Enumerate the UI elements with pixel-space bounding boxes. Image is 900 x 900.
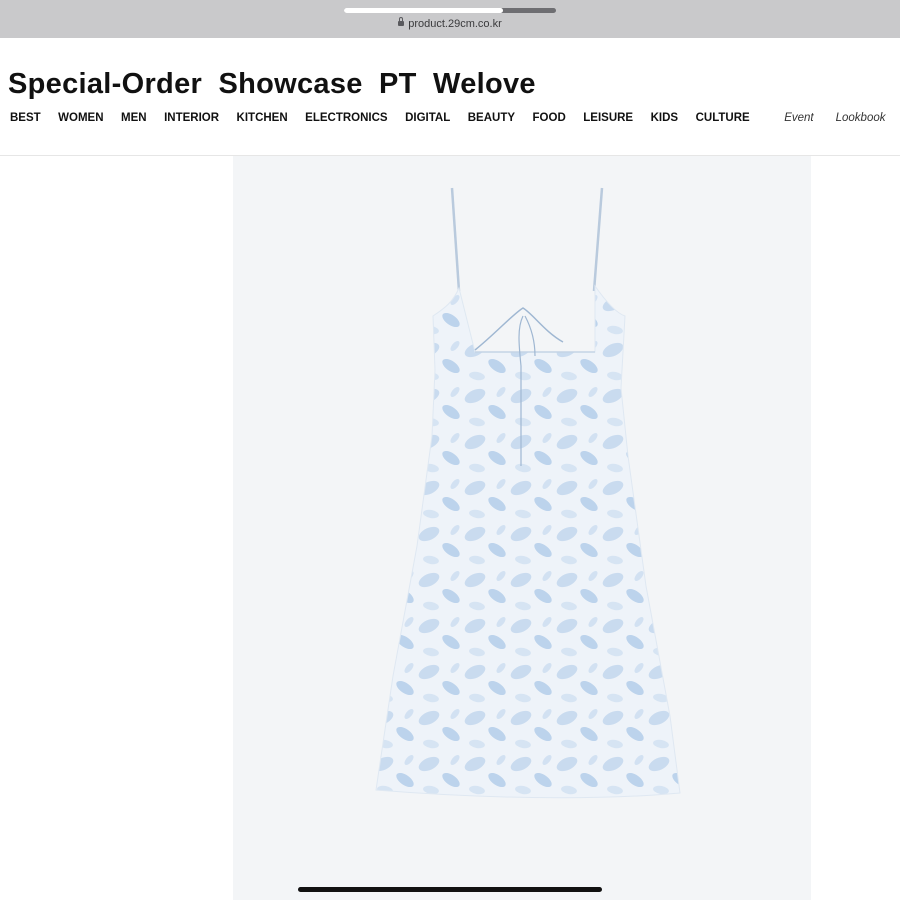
nav-item-interior[interactable]: INTERIOR	[164, 112, 219, 124]
page-load-progress	[344, 8, 556, 13]
nav-link-lookbook[interactable]: Lookbook	[836, 112, 886, 124]
product-image[interactable]	[233, 156, 811, 900]
home-indicator[interactable]	[298, 887, 602, 892]
site-header: Special-Order Showcase PT Welove BEST WO…	[0, 38, 900, 156]
site-title[interactable]: Special-Order Showcase PT Welove	[8, 68, 536, 101]
dress-body	[375, 284, 681, 799]
dress-illustration	[375, 187, 681, 799]
nav-link-event[interactable]: Event	[784, 112, 813, 124]
nav-item-women[interactable]: WOMEN	[58, 112, 103, 124]
right-strap	[592, 187, 604, 292]
nav-item-kitchen[interactable]: KITCHEN	[237, 112, 288, 124]
nav-item-food[interactable]: FOOD	[533, 112, 566, 124]
nav-item-digital[interactable]: DIGITAL	[405, 112, 450, 124]
category-nav: BEST WOMEN MEN INTERIOR KITCHEN ELECTRON…	[10, 110, 895, 126]
lock-icon	[398, 17, 405, 26]
page-load-progress-fill	[344, 8, 503, 13]
nav-item-men[interactable]: MEN	[121, 112, 147, 124]
nav-item-best[interactable]: BEST	[10, 112, 41, 124]
left-strap	[450, 187, 461, 292]
browser-chrome: product.29cm.co.kr	[0, 0, 900, 38]
nav-item-kids[interactable]: KIDS	[651, 112, 678, 124]
nav-item-leisure[interactable]: LEISURE	[583, 112, 633, 124]
url-bar[interactable]: product.29cm.co.kr	[0, 17, 900, 30]
nav-item-electronics[interactable]: ELECTRONICS	[305, 112, 387, 124]
nav-item-beauty[interactable]: BEAUTY	[468, 112, 515, 124]
nav-item-culture[interactable]: CULTURE	[696, 112, 750, 124]
url-text[interactable]: product.29cm.co.kr	[408, 18, 502, 30]
